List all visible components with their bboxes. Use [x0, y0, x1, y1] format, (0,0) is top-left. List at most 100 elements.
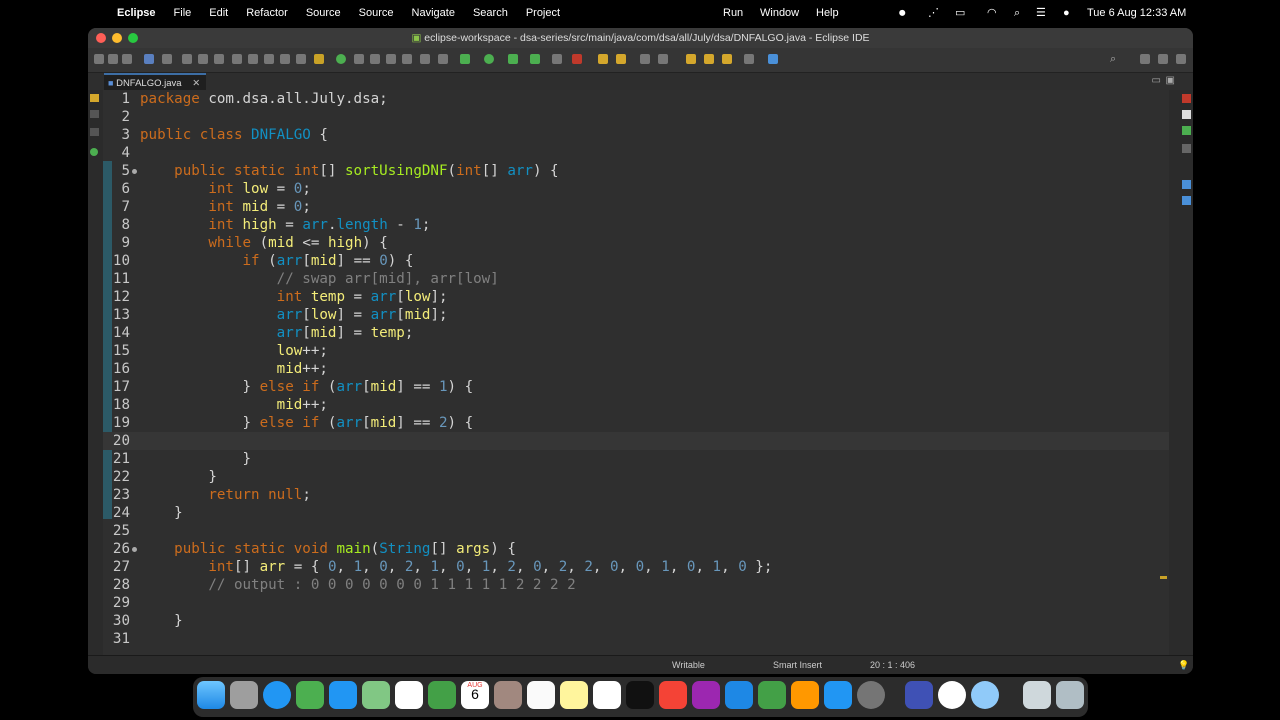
outline-icon[interactable] [90, 110, 99, 118]
code-line[interactable]: 26 public static void main(String[] args… [103, 540, 1169, 558]
code-line[interactable]: 16 mid++; [103, 360, 1169, 378]
siri-icon[interactable]: ● [1063, 0, 1070, 26]
tool-icon-2[interactable] [370, 54, 380, 64]
junit-icon[interactable] [90, 148, 98, 156]
tip-icon[interactable]: 💡 [1178, 656, 1189, 674]
code-text[interactable]: while (mid <= high) { [140, 234, 387, 252]
code-line[interactable]: 17 } else if (arr[mid] == 1) { [103, 378, 1169, 396]
code-text[interactable]: } [140, 612, 183, 630]
skip-icon[interactable] [162, 54, 172, 64]
code-editor[interactable]: 1 package com.dsa.all.July.dsa; 2 3 public c… [103, 90, 1169, 656]
system-settings-icon[interactable] [857, 681, 885, 709]
disconnect-icon[interactable] [232, 54, 242, 64]
code-line[interactable]: 12 int temp = arr[low]; [103, 288, 1169, 306]
keynote-icon[interactable] [725, 681, 753, 709]
code-line[interactable]: 3 public class DNFALGO { [103, 126, 1169, 144]
app-store-icon[interactable] [824, 681, 852, 709]
code-text[interactable]: public class DNFALGO { [140, 126, 328, 144]
menu-file[interactable]: File [174, 7, 192, 19]
code-text[interactable]: if (arr[mid] == 0) { [140, 252, 414, 270]
code-text[interactable]: mid++; [140, 396, 328, 414]
next-annotation-icon[interactable] [658, 54, 668, 64]
problems-icon[interactable] [1182, 126, 1191, 135]
freeform-icon[interactable] [593, 681, 621, 709]
finder-icon[interactable] [197, 681, 225, 709]
tab-dnfalgo-java[interactable]: ■ DNFALGO.java ✕ [104, 73, 207, 90]
debug-icon[interactable] [460, 54, 470, 64]
minimize-editor-icon[interactable]: ▭ [1152, 75, 1161, 86]
contacts-icon[interactable] [494, 681, 522, 709]
code-line[interactable]: 18 mid++; [103, 396, 1169, 414]
code-text[interactable]: arr[low] = arr[mid]; [140, 306, 448, 324]
step-return-icon[interactable] [280, 54, 290, 64]
code-line[interactable]: 5 public static int[] sortUsingDNF(int[]… [103, 162, 1169, 180]
open-type-icon[interactable] [598, 54, 608, 64]
facetime-icon[interactable] [428, 681, 456, 709]
external-tools-icon[interactable] [530, 54, 540, 64]
tool-icon-5[interactable] [420, 54, 430, 64]
drop-to-frame-icon[interactable] [296, 54, 306, 64]
menu-datetime[interactable]: Tue 6 Aug 12:33 AM [1087, 0, 1186, 26]
save-all-icon[interactable] [122, 54, 132, 64]
code-line[interactable]: 9 while (mid <= high) { [103, 234, 1169, 252]
launchpad-icon[interactable] [230, 681, 258, 709]
run-coverage-icon[interactable] [508, 54, 518, 64]
menu-edit[interactable]: Edit [209, 7, 228, 19]
code-line[interactable]: 29 [103, 594, 1169, 612]
code-text[interactable]: } [140, 504, 183, 522]
toolbar-search-icon[interactable]: ⌕ [1110, 54, 1120, 65]
close-tab-icon[interactable]: ✕ [192, 78, 200, 89]
code-text[interactable]: int high = arr.length - 1; [140, 216, 430, 234]
pages-icon[interactable] [791, 681, 819, 709]
open-perspective-icon[interactable] [1140, 54, 1150, 64]
save-icon[interactable] [108, 54, 118, 64]
new-icon[interactable] [94, 54, 104, 64]
code-line[interactable]: 6 int low = 0; [103, 180, 1169, 198]
menu-refactor[interactable]: Refactor [246, 7, 288, 19]
mail-icon[interactable] [329, 681, 357, 709]
safari-icon[interactable] [263, 681, 291, 709]
code-line[interactable]: 22 } [103, 468, 1169, 486]
code-line[interactable]: 20 [103, 432, 1169, 450]
code-text[interactable]: public static int[] sortUsingDNF(int[] a… [140, 162, 558, 180]
code-line[interactable]: 15 low++; [103, 342, 1169, 360]
menu-run[interactable]: Run [723, 0, 743, 26]
code-line[interactable]: 10 if (arr[mid] == 0) { [103, 252, 1169, 270]
tool-icon-4[interactable] [402, 54, 412, 64]
menu-source-2[interactable]: Source [359, 7, 394, 19]
code-line[interactable]: 25 [103, 522, 1169, 540]
code-text[interactable]: // swap arr[mid], arr[low] [140, 270, 499, 288]
last-edit-icon[interactable] [722, 54, 732, 64]
calendar-icon[interactable]: AUG 6 [461, 681, 489, 709]
back-icon[interactable] [686, 54, 696, 64]
fold-toggle-icon[interactable] [132, 169, 137, 174]
use-step-filters-icon[interactable] [314, 54, 324, 64]
code-text[interactable]: package com.dsa.all.July.dsa; [140, 90, 388, 108]
code-text[interactable]: } else if (arr[mid] == 2) { [140, 414, 473, 432]
step-into-icon[interactable] [248, 54, 258, 64]
code-line[interactable]: 23 return null; [103, 486, 1169, 504]
code-line[interactable]: 11 // swap arr[mid], arr[low] [103, 270, 1169, 288]
pin-editor-icon[interactable] [768, 54, 778, 64]
code-text[interactable]: int[] arr = { 0, 1, 0, 2, 1, 0, 1, 2, 0,… [140, 558, 772, 576]
music-icon[interactable] [659, 681, 687, 709]
overview-ruler-marker[interactable] [1160, 576, 1167, 579]
control-center-icon[interactable]: ☰ [1036, 0, 1046, 26]
tool-icon-6[interactable] [438, 54, 448, 64]
code-text[interactable]: mid++; [140, 360, 328, 378]
tool-icon-3[interactable] [386, 54, 396, 64]
messages-icon[interactable] [296, 681, 324, 709]
code-text[interactable]: int temp = arr[low]; [140, 288, 448, 306]
step-over-icon[interactable] [264, 54, 274, 64]
fold-toggle-icon[interactable] [132, 547, 137, 552]
resume-icon[interactable] [182, 54, 192, 64]
stop-icon[interactable] [552, 54, 562, 64]
suspend-icon[interactable] [198, 54, 208, 64]
package-explorer-icon[interactable] [90, 94, 99, 102]
podcasts-icon[interactable] [692, 681, 720, 709]
preview-icon[interactable] [971, 681, 999, 709]
code-line[interactable]: 14 arr[mid] = temp; [103, 324, 1169, 342]
code-text[interactable]: // output : 0 0 0 0 0 0 0 1 1 1 1 1 2 2 … [140, 576, 575, 594]
declaration-icon[interactable] [1182, 180, 1191, 189]
code-text[interactable]: public static void main(String[] args) { [140, 540, 516, 558]
